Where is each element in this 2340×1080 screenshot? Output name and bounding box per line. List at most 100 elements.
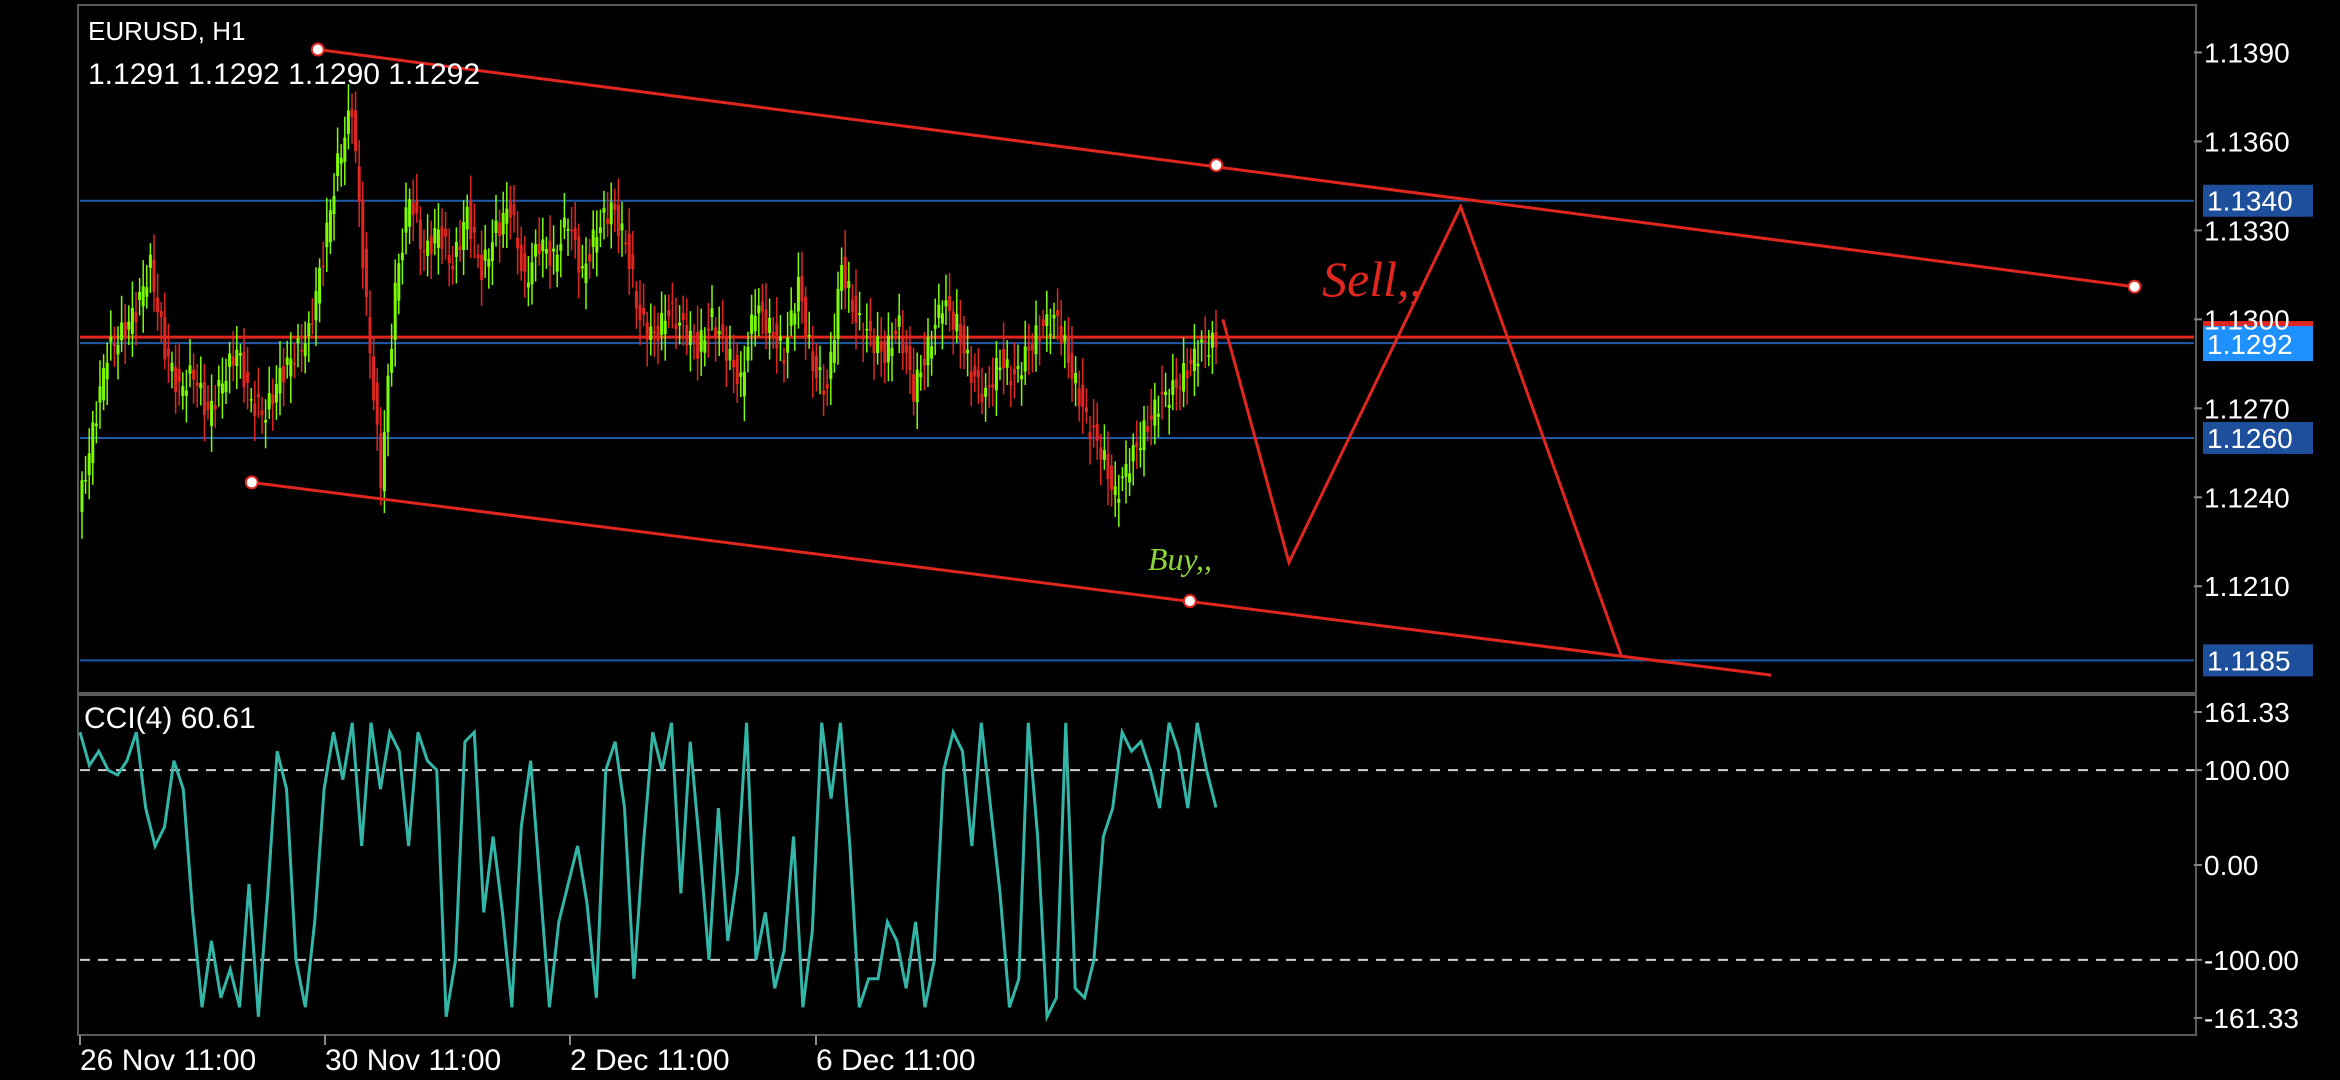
candlesticks [80, 84, 1218, 539]
candle-body [800, 276, 804, 302]
price-tick-label: 1.1360 [2204, 126, 2290, 157]
candle-body [195, 382, 199, 386]
candle-body [487, 258, 491, 267]
trendline-anchor[interactable] [244, 475, 259, 490]
candle-body [159, 310, 163, 318]
price-tick-label: 1.1390 [2204, 37, 2290, 68]
candle-body [364, 248, 368, 298]
candle-body [858, 313, 862, 316]
candle-body [289, 358, 293, 377]
candle-body [242, 351, 246, 388]
candle-body [1149, 415, 1153, 420]
candle-body [199, 383, 203, 389]
candle-body [1214, 332, 1218, 348]
candle-body [274, 384, 278, 403]
candle-body [534, 244, 538, 257]
candle-body [793, 313, 797, 325]
candle-body [519, 244, 523, 271]
candle-body [130, 307, 134, 334]
candle-body [922, 358, 926, 366]
price-axis: 1.1390 1.1360 1.1330 1.1300 1.1270 1.1240 1.12… [2194, 37, 2290, 602]
candle-body [508, 201, 512, 218]
trendline-anchor[interactable] [1182, 594, 1197, 609]
candle-body [224, 380, 228, 393]
candle-body [1182, 363, 1186, 392]
candle-body [796, 277, 800, 312]
candle-body [606, 218, 610, 224]
cci-tick-label: -161.33 [2204, 1003, 2299, 1034]
candle-body [757, 305, 761, 314]
candle-body [728, 348, 732, 361]
candle-body [1192, 348, 1196, 372]
candle-body [764, 309, 768, 334]
channel-bottom[interactable] [251, 480, 1772, 677]
projection-zigzag[interactable] [1221, 202, 1624, 658]
candle-body [944, 300, 948, 307]
candle-body [1117, 498, 1121, 503]
candle-body [436, 229, 440, 248]
candle-body [163, 316, 167, 360]
candle-body [418, 219, 422, 250]
candle-body [1077, 388, 1081, 406]
candle-body [829, 351, 833, 379]
candle-body [660, 312, 664, 335]
candle-body [282, 366, 286, 383]
candle-body [494, 220, 498, 233]
ohlc-readout: 1.1291 1.1292 1.1290 1.1292 [88, 58, 481, 91]
candle-body [350, 109, 354, 118]
candle-body [1200, 339, 1204, 343]
candle-body [732, 359, 736, 368]
time-tick-label: 2 Dec 11:00 [570, 1044, 730, 1077]
candle-body [1124, 463, 1128, 477]
candle-body [231, 356, 235, 366]
candle-body [908, 346, 912, 371]
candle-body [865, 329, 869, 331]
candle-body [361, 199, 365, 269]
candle-body [649, 326, 653, 341]
candle-body [721, 324, 725, 336]
candle-body [454, 241, 458, 257]
chart-canvas[interactable]: 1.13401.12601.11851.1292 1.13901.13601.1… [0, 0, 2340, 1080]
candle-body [426, 240, 430, 257]
candle-body [742, 371, 746, 397]
candle-body [408, 199, 412, 227]
candle-body [145, 287, 149, 297]
candle-body [1070, 352, 1074, 379]
time-tick-label: 26 Nov 11:00 [80, 1044, 256, 1077]
candle-body [663, 320, 667, 335]
candle-body [771, 332, 775, 338]
candle-body [872, 338, 876, 354]
candle-body [91, 422, 95, 464]
candle-body [735, 354, 739, 385]
candle-body [530, 262, 534, 285]
candle-body [127, 321, 131, 330]
candle-body [256, 393, 260, 398]
candle-body [634, 291, 638, 309]
candle-body [1120, 476, 1124, 478]
candle-body [894, 330, 898, 335]
candle-body [778, 336, 782, 341]
candle-body [1110, 465, 1114, 490]
trendline-anchor[interactable] [310, 42, 325, 57]
candle-body [1038, 339, 1042, 341]
level-badge-label: 1.1185 [2207, 645, 2291, 676]
candle-body [897, 315, 901, 327]
candle-body [321, 265, 325, 268]
candle-body [645, 322, 649, 340]
candle-body [822, 390, 826, 395]
candle-body [1045, 314, 1049, 327]
trendline-anchor[interactable] [2127, 279, 2142, 294]
candle-body [768, 317, 772, 333]
candle-body [1095, 423, 1099, 441]
candle-body [861, 335, 865, 340]
candle-body [1167, 404, 1171, 408]
candle-body [134, 312, 138, 323]
candle-body [1092, 425, 1096, 428]
candle-body [912, 374, 916, 402]
candle-body [555, 254, 559, 272]
candle-body [710, 308, 714, 318]
candle-body [674, 324, 678, 329]
candle-body [1099, 447, 1103, 460]
trendline-anchor[interactable] [1209, 158, 1224, 173]
candle-body [642, 307, 646, 315]
